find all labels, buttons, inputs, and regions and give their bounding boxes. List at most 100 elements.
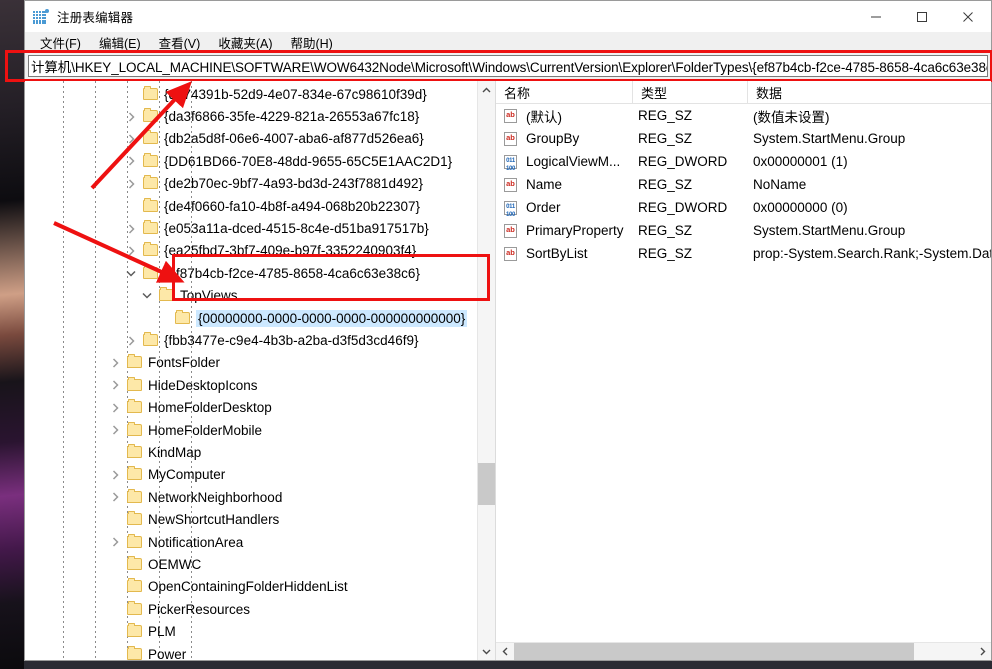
tree-item[interactable]: {de2b70ec-9bf7-4a93-bd3d-243f7881d492} xyxy=(25,173,495,195)
tree-item-label: TopViews xyxy=(180,288,238,303)
chevron-right-icon[interactable] xyxy=(123,243,139,259)
menu-item-file[interactable]: 文件(F) xyxy=(31,32,90,53)
tree-item[interactable]: TopViews xyxy=(25,285,495,307)
tree-item[interactable]: {fbb3477e-c9e4-4b3b-a2ba-d3f5d3cd46f9} xyxy=(25,329,495,351)
folder-icon xyxy=(143,200,159,213)
chevron-right-icon[interactable] xyxy=(107,422,123,438)
tree-item[interactable]: {d674391b-52d9-4e07-834e-67c98610f39d} xyxy=(25,83,495,105)
tree-item[interactable]: Power xyxy=(25,643,495,660)
value-type: REG_SZ xyxy=(638,223,753,238)
menu-bar: 文件(F) 编辑(E) 查看(V) 收藏夹(A) 帮助(H) xyxy=(25,32,991,53)
tree-item[interactable]: HomeFolderMobile xyxy=(25,419,495,441)
tree-item[interactable]: {ea25fbd7-3bf7-409e-b97f-3352240903f4} xyxy=(25,240,495,262)
dword-value-icon: 011100 xyxy=(503,154,519,170)
tree-item-label: HomeFolderMobile xyxy=(148,423,262,438)
chevron-right-icon[interactable] xyxy=(107,377,123,393)
title-bar: 注册表编辑器 xyxy=(25,1,991,32)
value-row[interactable]: 011100OrderREG_DWORD0x00000000 (0) xyxy=(496,196,991,219)
tree-item[interactable]: {de4f0660-fa10-4b8f-a494-068b20b22307} xyxy=(25,195,495,217)
chevron-right-icon[interactable] xyxy=(123,153,139,169)
value-row[interactable]: abPrimaryPropertyREG_SZSystem.StartMenu.… xyxy=(496,219,991,242)
values-scrollbar-thumb[interactable] xyxy=(514,643,914,660)
menu-item-favorites[interactable]: 收藏夹(A) xyxy=(209,32,281,53)
tree-item[interactable]: KindMap xyxy=(25,441,495,463)
value-data: NoName xyxy=(753,177,991,192)
tree-item[interactable]: PickerResources xyxy=(25,598,495,620)
chevron-right-icon[interactable] xyxy=(123,333,139,349)
registry-tree-pane[interactable]: {d674391b-52d9-4e07-834e-67c98610f39d}{d… xyxy=(25,81,496,660)
close-icon[interactable] xyxy=(945,1,991,32)
chevron-right-icon[interactable] xyxy=(123,109,139,125)
chevron-right-icon[interactable] xyxy=(107,534,123,550)
folder-icon xyxy=(127,491,143,504)
scroll-right-icon[interactable] xyxy=(974,643,991,660)
tree-item[interactable]: NewShortcutHandlers xyxy=(25,509,495,531)
tree-item-label: FontsFolder xyxy=(148,355,220,370)
folder-icon xyxy=(127,424,143,437)
scroll-up-icon[interactable] xyxy=(478,81,495,98)
desktop-wallpaper xyxy=(0,0,24,669)
tree-item-label: {00000000-0000-0000-0000-000000000000} xyxy=(196,310,467,327)
value-name: GroupBy xyxy=(526,131,638,146)
tree-item[interactable]: {da3f6866-35fe-4229-821a-26553a67fc18} xyxy=(25,105,495,127)
tree-item[interactable]: {ef87b4cb-f2ce-4785-8658-4ca6c63e38c6} xyxy=(25,262,495,284)
tree-item[interactable]: {db2a5d8f-06e6-4007-aba6-af877d526ea6} xyxy=(25,128,495,150)
value-row[interactable]: ab(默认)REG_SZ(数值未设置) xyxy=(496,104,991,127)
minimize-icon[interactable] xyxy=(853,1,899,32)
column-header-name[interactable]: 名称 xyxy=(496,81,633,103)
value-type: REG_DWORD xyxy=(638,154,753,169)
column-header-data[interactable]: 数据 xyxy=(748,81,991,103)
chevron-right-icon[interactable] xyxy=(123,221,139,237)
folder-icon xyxy=(143,155,159,168)
folder-icon xyxy=(127,468,143,481)
string-value-icon: ab xyxy=(503,131,519,147)
chevron-right-icon[interactable] xyxy=(107,400,123,416)
tree-item[interactable]: NetworkNeighborhood xyxy=(25,486,495,508)
chevron-right-icon[interactable] xyxy=(107,467,123,483)
folder-icon xyxy=(127,603,143,616)
column-header-type[interactable]: 类型 xyxy=(633,81,748,103)
tree-item[interactable]: OpenContainingFolderHiddenList xyxy=(25,576,495,598)
folder-icon xyxy=(127,648,143,660)
tree-item[interactable]: {DD61BD66-70E8-48dd-9655-65C5E1AAC2D1} xyxy=(25,150,495,172)
folder-icon xyxy=(159,289,175,302)
tree-item[interactable]: {e053a11a-dced-4515-8c4e-d51ba917517b} xyxy=(25,217,495,239)
tree-item[interactable]: MyComputer xyxy=(25,464,495,486)
tree-item[interactable]: {00000000-0000-0000-0000-000000000000} xyxy=(25,307,495,329)
values-horizontal-scrollbar[interactable] xyxy=(496,642,991,660)
folder-icon xyxy=(127,580,143,593)
tree-item-label: {e053a11a-dced-4515-8c4e-d51ba917517b} xyxy=(164,221,429,236)
tree-item-label: {de4f0660-fa10-4b8f-a494-068b20b22307} xyxy=(164,199,420,214)
value-row[interactable]: 011100LogicalViewM...REG_DWORD0x00000001… xyxy=(496,150,991,173)
scroll-left-icon[interactable] xyxy=(496,643,513,660)
menu-item-edit[interactable]: 编辑(E) xyxy=(90,32,150,53)
address-bar[interactable]: 计算机\HKEY_LOCAL_MACHINE\SOFTWARE\WOW6432N… xyxy=(28,55,988,77)
tree-item[interactable]: PLM xyxy=(25,621,495,643)
tree-item-label: NetworkNeighborhood xyxy=(148,490,282,505)
value-row[interactable]: abGroupByREG_SZSystem.StartMenu.Group xyxy=(496,127,991,150)
scroll-down-icon[interactable] xyxy=(478,643,495,660)
tree-scrollbar-thumb[interactable] xyxy=(478,463,495,505)
chevron-right-icon[interactable] xyxy=(123,176,139,192)
chevron-right-icon[interactable] xyxy=(107,355,123,371)
tree-item-label: Power xyxy=(148,647,186,660)
dword-value-icon: 011100 xyxy=(503,200,519,216)
tree-item[interactable]: HideDesktopIcons xyxy=(25,374,495,396)
tree-item[interactable]: NotificationArea xyxy=(25,531,495,553)
tree-item[interactable]: HomeFolderDesktop xyxy=(25,397,495,419)
chevron-down-icon[interactable] xyxy=(123,265,139,281)
chevron-down-icon[interactable] xyxy=(139,288,155,304)
tree-item[interactable]: OEMWC xyxy=(25,553,495,575)
value-row[interactable]: abSortByListREG_SZprop:-System.Search.Ra… xyxy=(496,242,991,265)
value-row[interactable]: abNameREG_SZNoName xyxy=(496,173,991,196)
menu-item-view[interactable]: 查看(V) xyxy=(150,32,210,53)
address-bar-container: 计算机\HKEY_LOCAL_MACHINE\SOFTWARE\WOW6432N… xyxy=(25,53,991,81)
maximize-icon[interactable] xyxy=(899,1,945,32)
tree-item[interactable]: FontsFolder xyxy=(25,352,495,374)
chevron-right-icon[interactable] xyxy=(107,489,123,505)
registry-values-pane[interactable]: 名称 类型 数据 ab(默认)REG_SZ(数值未设置)abGroupByREG… xyxy=(496,81,991,660)
folder-icon xyxy=(143,222,159,235)
tree-vertical-scrollbar[interactable] xyxy=(477,81,495,660)
menu-item-help[interactable]: 帮助(H) xyxy=(281,32,341,53)
chevron-right-icon[interactable] xyxy=(123,131,139,147)
